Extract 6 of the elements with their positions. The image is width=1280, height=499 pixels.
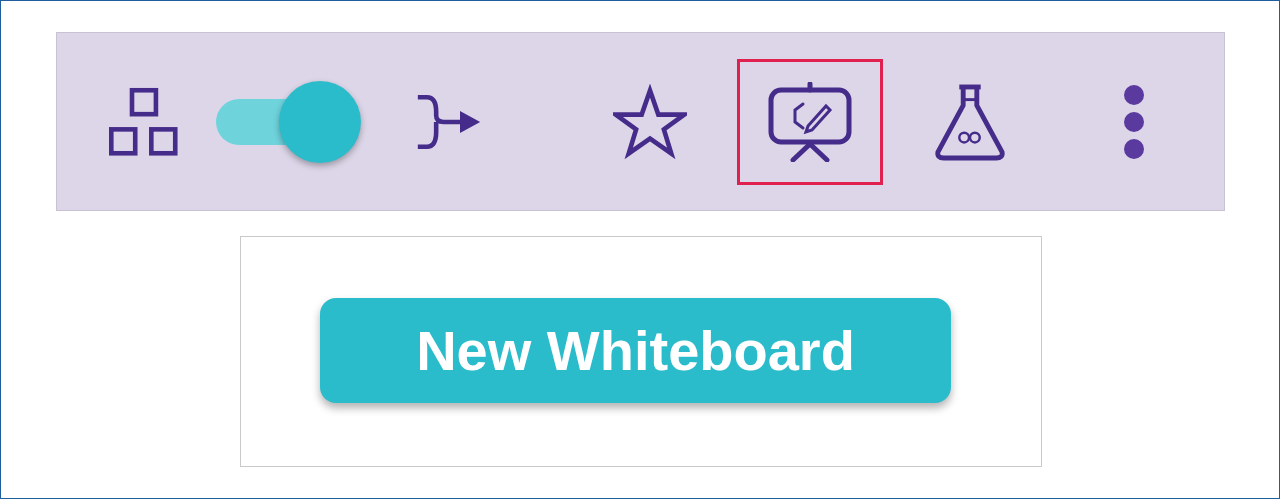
new-whiteboard-button[interactable]: New Whiteboard: [320, 298, 951, 403]
more-options-icon: [1123, 84, 1145, 159]
whiteboard-icon: [768, 81, 852, 162]
toolbar-button[interactable]: [737, 58, 883, 185]
toggle-switch[interactable]: [216, 80, 361, 163]
star-icon: [613, 83, 687, 160]
